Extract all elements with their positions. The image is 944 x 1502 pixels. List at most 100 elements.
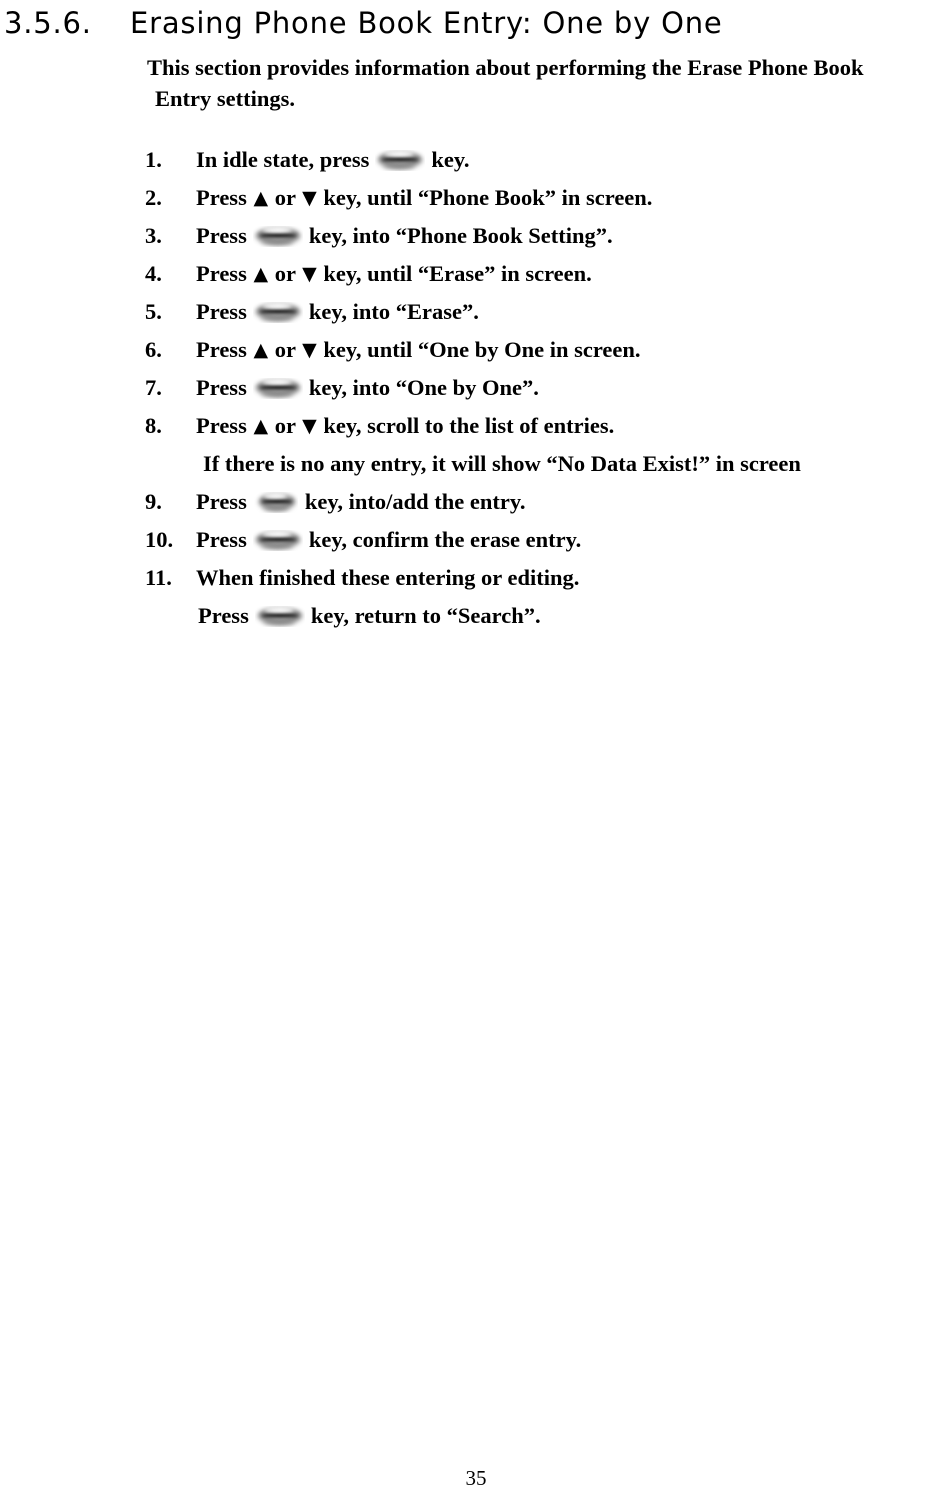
step-item: 2. Press ▲ or ▼ key, until “Phone Book” i… — [0, 179, 944, 217]
step-text: Press key, return to “Search”. — [198, 597, 541, 635]
step-item: 4. Press ▲ or ▼ key, until “Erase” in scr… — [0, 255, 944, 293]
step-text-run: key, into “Phone Book Setting”. — [308, 223, 613, 248]
ok-key-icon-layer — [262, 620, 295, 625]
step-number: 8. — [145, 413, 162, 438]
step-text: When finished these entering or editing. — [196, 559, 579, 597]
step-text: Press ▲ or ▼ key, until “One by One in s… — [196, 331, 641, 369]
ok-key-icon-layer — [261, 613, 298, 618]
step-number: 11. — [145, 565, 172, 590]
ok-key-icon-layer — [259, 537, 296, 542]
steps-list: 1. In idle state, press key. 2. Press ▲ or ▼… — [0, 141, 944, 635]
page-number: 35 — [465, 1466, 487, 1490]
section-number: 3.5.6. — [4, 6, 92, 40]
step-text-run: key, into “Erase”. — [308, 299, 479, 324]
ok-key-icon-layer — [260, 544, 293, 549]
step-text: Press ▲ or ▼ key, until “Phone Book” in … — [196, 179, 652, 217]
intro-line-2: Entry settings. — [155, 86, 295, 111]
ok-key-icon — [253, 378, 303, 399]
step-text: Press key, into “Erase”. — [196, 293, 479, 331]
step-number: 10. — [145, 527, 174, 552]
step-text-run: or — [274, 413, 296, 438]
section-heading: 3.5.6. Erasing Phone Book Entry: One by … — [0, 0, 944, 46]
step-item: 3. Press key, into “Phone Book Setting”. — [0, 217, 944, 255]
step-text-run: Press — [196, 299, 247, 324]
step-item: 10. Press key, confirm the erase entry. — [0, 521, 944, 559]
step-text-run: key, until “Phone Book” in screen. — [323, 185, 653, 210]
step-number: 5. — [145, 299, 162, 324]
step-item: 11. When finished these entering or editi… — [0, 559, 944, 597]
ok-key-icon — [253, 530, 303, 551]
step-text-run: Press — [196, 261, 247, 286]
step-item: 6. Press ▲ or ▼ key, until “One by One in… — [0, 331, 944, 369]
step-text-run: or — [274, 337, 296, 362]
step-item: 8. Press ▲ or ▼ key, scroll to the list o… — [0, 407, 944, 445]
up-arrow-icon: ▲ — [253, 187, 269, 209]
document-page: 3.5.6. Erasing Phone Book Entry: One by … — [0, 0, 944, 1502]
step-text: If there is no any entry, it will show “… — [203, 445, 801, 483]
step-text-run: key, into “One by One”. — [308, 375, 539, 400]
step-text: Press key, confirm the erase entry. — [196, 521, 581, 559]
step-item: 1. In idle state, press key. — [0, 141, 944, 179]
ok-key-icon — [253, 226, 303, 247]
step-item: 5. Press key, into “Erase”. — [0, 293, 944, 331]
step-text-run: key, into/add the entry. — [304, 489, 526, 514]
down-arrow-icon: ▼ — [302, 263, 317, 285]
step-note: If there is no any entry, it will show “… — [0, 445, 944, 483]
step-text-run: or — [274, 261, 296, 286]
intro-paragraph: This section provides information about … — [147, 52, 942, 114]
step-text-run: Press — [196, 413, 247, 438]
ok-key-icon-layer — [263, 494, 286, 498]
down-arrow-icon: ▼ — [302, 415, 317, 437]
ok-key-icon-layer — [264, 608, 293, 612]
step-text: Press key, into “One by One”. — [196, 369, 539, 407]
step-number: 7. — [145, 375, 162, 400]
step-text-run: Press — [196, 375, 247, 400]
ok-key-icon-layer — [262, 304, 291, 308]
ok-key-icon-layer — [260, 316, 293, 321]
step-text: Press ▲ or ▼ key, scroll to the list of … — [196, 407, 614, 445]
ok-key-icon — [253, 302, 303, 323]
intro-line-1: This section provides information about … — [147, 55, 864, 80]
up-arrow-icon: ▲ — [253, 263, 269, 285]
step-text-run: key, until “Erase” in screen. — [323, 261, 592, 286]
ok-key-icon-layer — [260, 240, 293, 245]
step-text-run: key. — [431, 147, 470, 172]
ok-key-icon — [375, 150, 425, 171]
step-number: 2. — [145, 185, 162, 210]
ok-key-icon-layer — [262, 532, 291, 536]
step-note: Press key, return to “Search”. — [0, 597, 944, 635]
down-arrow-icon: ▼ — [302, 339, 317, 361]
step-number: 9. — [145, 489, 162, 514]
step-item: 9. Press key, into/add the entry. — [0, 483, 944, 521]
step-text-run: key, scroll to the list of entries. — [323, 413, 615, 438]
ok-key-icon-layer — [261, 499, 292, 504]
step-text-run: If there is no any entry, it will show “… — [203, 451, 801, 476]
ok-key-icon-layer — [259, 233, 296, 238]
up-arrow-icon: ▲ — [253, 339, 269, 361]
ok-key-icon-layer — [262, 506, 289, 511]
ok-key-icon-layer — [259, 385, 296, 390]
ok-key-icon-layer — [262, 380, 291, 384]
step-text-run: or — [274, 185, 296, 210]
step-number: 3. — [145, 223, 162, 248]
step-text: Press key, into “Phone Book Setting”. — [196, 217, 613, 255]
step-text-run: key, return to “Search”. — [310, 603, 541, 628]
ok-key-icon — [255, 606, 305, 627]
page-title: Erasing Phone Book Entry: One by One — [130, 6, 723, 40]
step-item: 7. Press key, into “One by One”. — [0, 369, 944, 407]
step-text: Press ▲ or ▼ key, until “Erase” in scree… — [196, 255, 592, 293]
step-text-run: key, confirm the erase entry. — [308, 527, 582, 552]
step-text-run: In idle state, press — [196, 147, 370, 172]
step-text: In idle state, press key. — [196, 141, 469, 179]
step-text-run: key, until “One by One in screen. — [323, 337, 641, 362]
ok-key-icon — [254, 492, 298, 513]
ok-key-icon-layer — [262, 228, 291, 232]
step-number: 1. — [145, 147, 162, 172]
step-number: 6. — [145, 337, 162, 362]
page-footer: 35 — [0, 1466, 944, 1491]
step-number: 4. — [145, 261, 162, 286]
step-text-run: Press — [196, 223, 247, 248]
ok-key-icon-layer — [260, 392, 293, 397]
step-text-run: Press — [196, 185, 247, 210]
step-text-run: Press — [196, 527, 247, 552]
